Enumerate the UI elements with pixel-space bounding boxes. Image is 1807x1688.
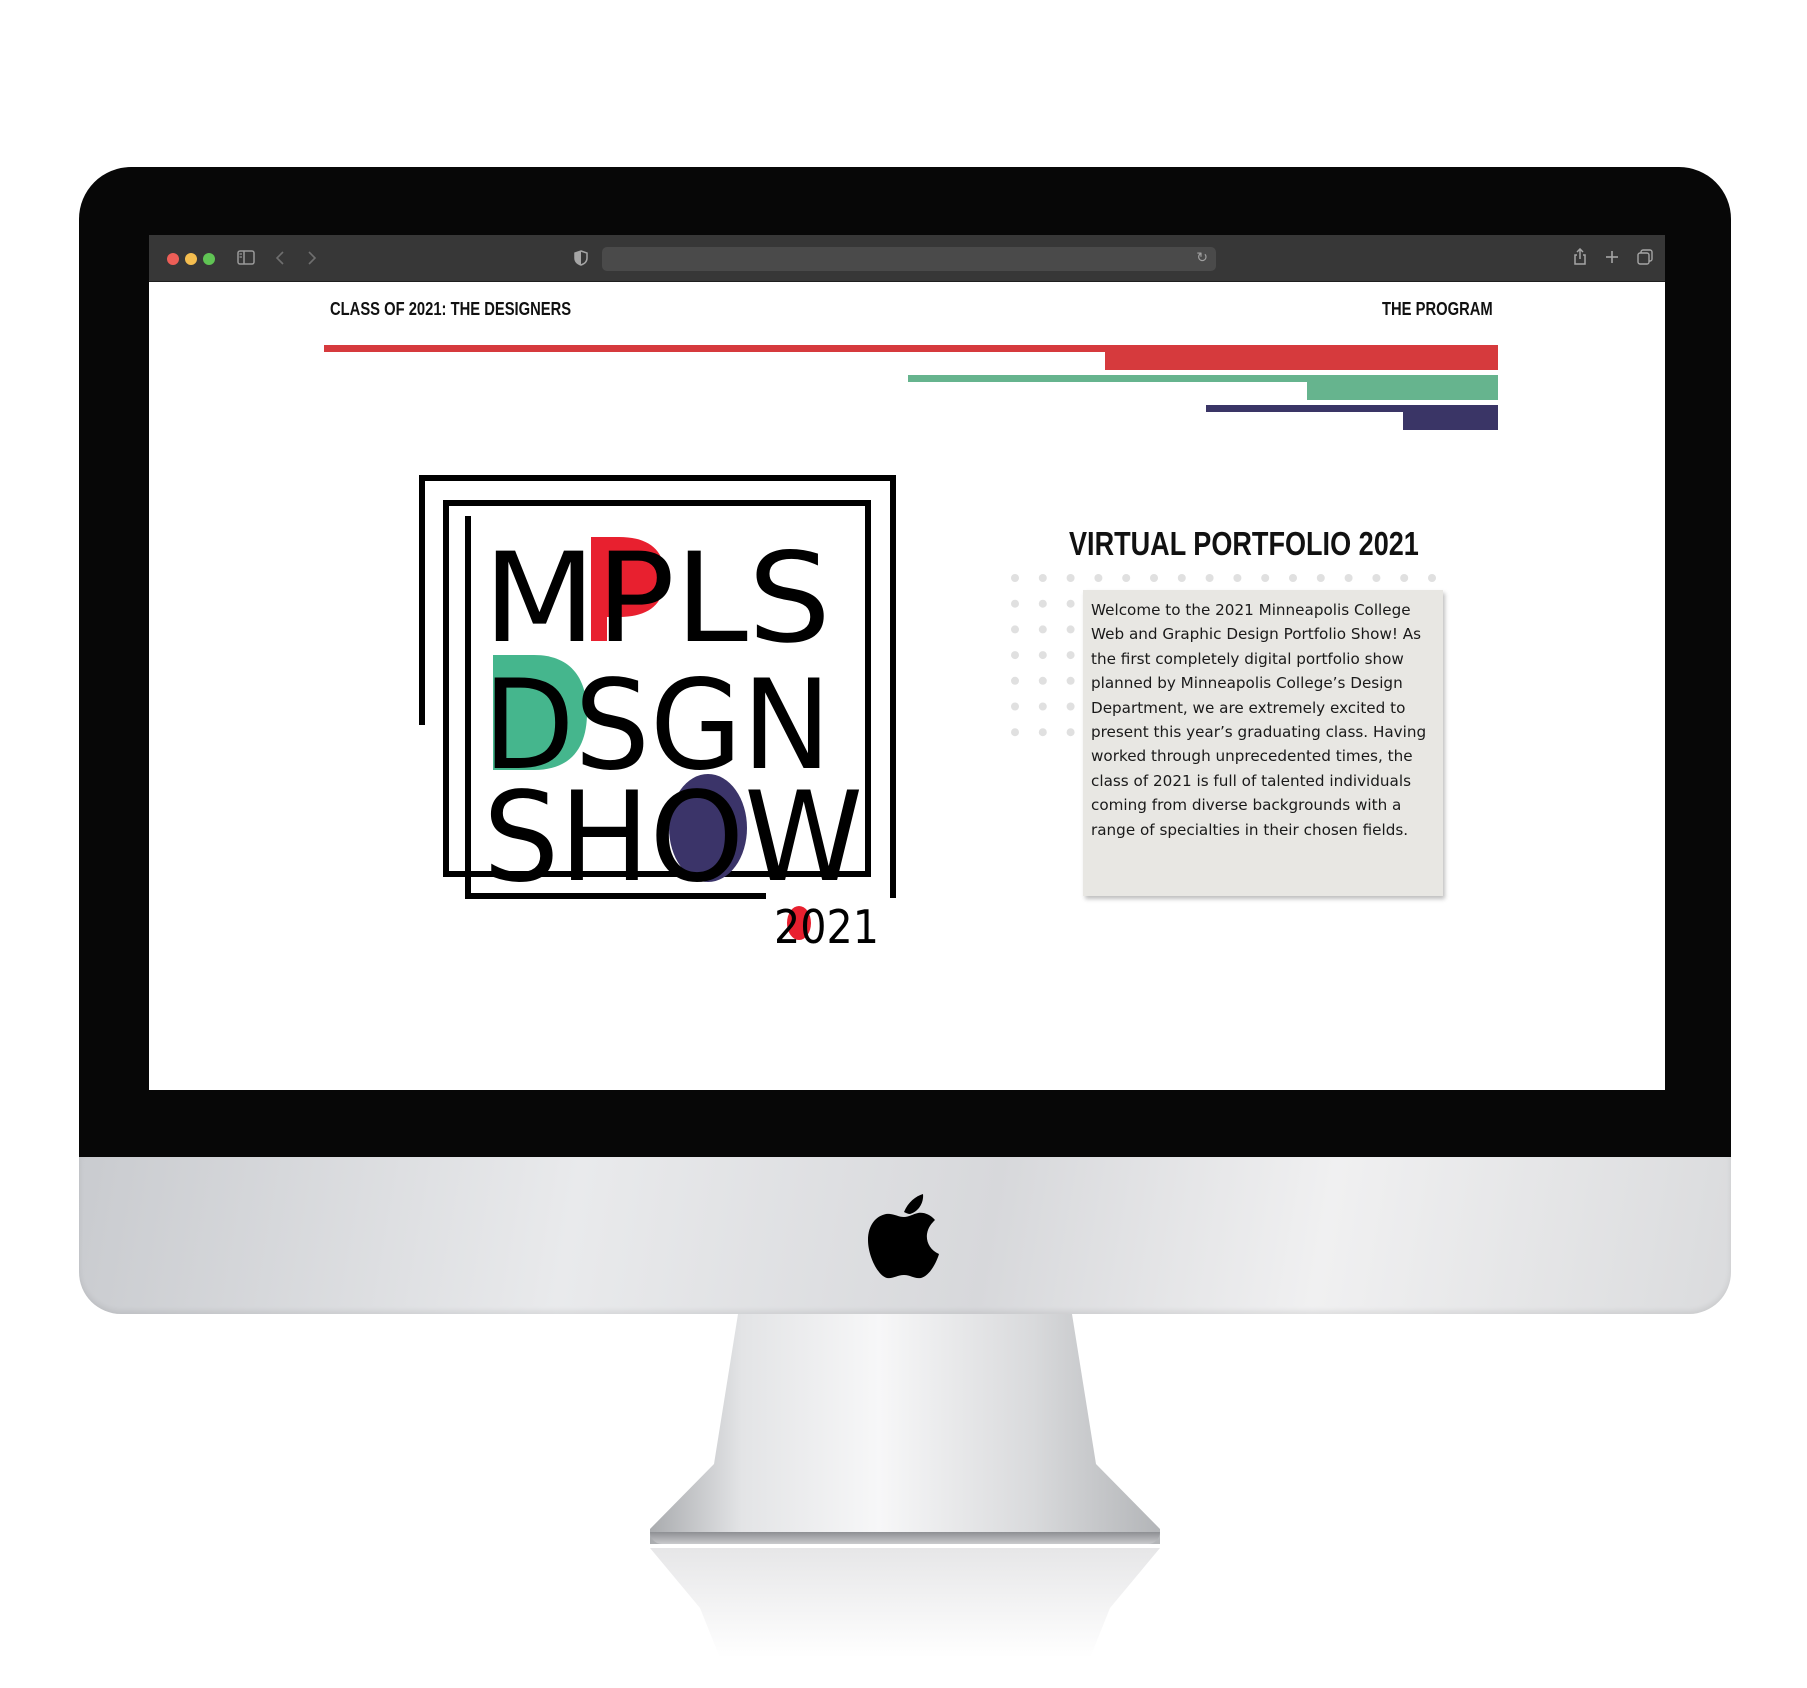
section-heading: VIRTUAL PORTFOLIO 2021 bbox=[1069, 525, 1419, 562]
decor-dot bbox=[1011, 574, 1019, 582]
green-stripe-thick bbox=[1307, 375, 1498, 400]
reload-icon[interactable]: ↻ bbox=[1196, 249, 1208, 266]
logo-year: 2021 bbox=[774, 900, 879, 950]
shield-icon[interactable] bbox=[574, 250, 588, 266]
decor-dot bbox=[1122, 574, 1131, 582]
decor-dot bbox=[1150, 574, 1158, 582]
forward-icon[interactable] bbox=[307, 250, 317, 266]
decor-dot bbox=[1011, 728, 1019, 737]
navy-stripe-thick bbox=[1403, 405, 1498, 430]
logo-line-show: SHOW bbox=[483, 766, 863, 910]
decor-dot bbox=[1066, 651, 1075, 660]
decor-dot bbox=[1066, 676, 1075, 685]
imac-stand-base bbox=[650, 1532, 1160, 1544]
screen: ↻ CLASS OF 2021: THE DESIGNERS THE PROGR… bbox=[149, 235, 1665, 1090]
decor-dot bbox=[1066, 728, 1075, 737]
decor-dot bbox=[1066, 599, 1075, 608]
imac-stand-reflection bbox=[650, 1548, 1160, 1658]
red-stripe-thick bbox=[1105, 345, 1498, 370]
nav-link-designers[interactable]: CLASS OF 2021: THE DESIGNERS bbox=[330, 299, 571, 320]
nav-link-program[interactable]: THE PROGRAM bbox=[1382, 299, 1493, 320]
share-icon[interactable] bbox=[1573, 248, 1587, 266]
decor-dot bbox=[1066, 574, 1075, 582]
decor-dot bbox=[1344, 574, 1353, 582]
decor-dot bbox=[1400, 574, 1409, 582]
decor-dot bbox=[1011, 599, 1019, 608]
decor-dot bbox=[1233, 574, 1242, 582]
address-bar[interactable]: ↻ bbox=[602, 247, 1216, 271]
new-tab-icon[interactable] bbox=[1605, 250, 1619, 264]
decor-dot bbox=[1289, 574, 1297, 582]
logo-line-mpls: MPLS bbox=[483, 527, 831, 671]
decor-dot bbox=[1261, 574, 1270, 582]
mpls-dsgn-show-logo: MPLS DSGN SHOW 2021 bbox=[419, 475, 896, 950]
decor-dot bbox=[1177, 574, 1186, 582]
decor-dot bbox=[1011, 651, 1019, 660]
decor-dot bbox=[1011, 702, 1019, 711]
decor-dot bbox=[1066, 702, 1075, 711]
decor-dot bbox=[1428, 574, 1436, 582]
decor-dot bbox=[1038, 651, 1047, 660]
decor-dot bbox=[1011, 625, 1019, 634]
decor-dot bbox=[1205, 574, 1214, 582]
minimize-window-button[interactable] bbox=[185, 253, 197, 265]
apple-logo-icon bbox=[868, 1194, 939, 1279]
decor-dot bbox=[1038, 728, 1047, 737]
welcome-card: Welcome to the 2021 Minneapolis College … bbox=[1083, 590, 1443, 896]
decor-dot bbox=[1038, 702, 1047, 711]
decor-dot bbox=[1038, 599, 1047, 608]
decor-dot bbox=[1316, 574, 1325, 582]
decor-dot bbox=[1094, 574, 1103, 582]
decor-dot bbox=[1038, 574, 1047, 582]
sidebar-icon[interactable] bbox=[237, 250, 255, 266]
close-window-button[interactable] bbox=[167, 253, 179, 265]
browser-toolbar: ↻ bbox=[149, 235, 1665, 282]
welcome-text: Welcome to the 2021 Minneapolis College … bbox=[1091, 601, 1427, 839]
decor-dot bbox=[1011, 676, 1019, 685]
decor-dot bbox=[1066, 625, 1075, 634]
decor-dot bbox=[1038, 676, 1047, 685]
tabs-overview-icon[interactable] bbox=[1637, 249, 1653, 265]
imac-stand bbox=[650, 1314, 1160, 1544]
decor-dot bbox=[1038, 625, 1047, 634]
zoom-window-button[interactable] bbox=[203, 253, 215, 265]
back-icon[interactable] bbox=[275, 250, 285, 266]
decor-dot bbox=[1372, 574, 1381, 582]
